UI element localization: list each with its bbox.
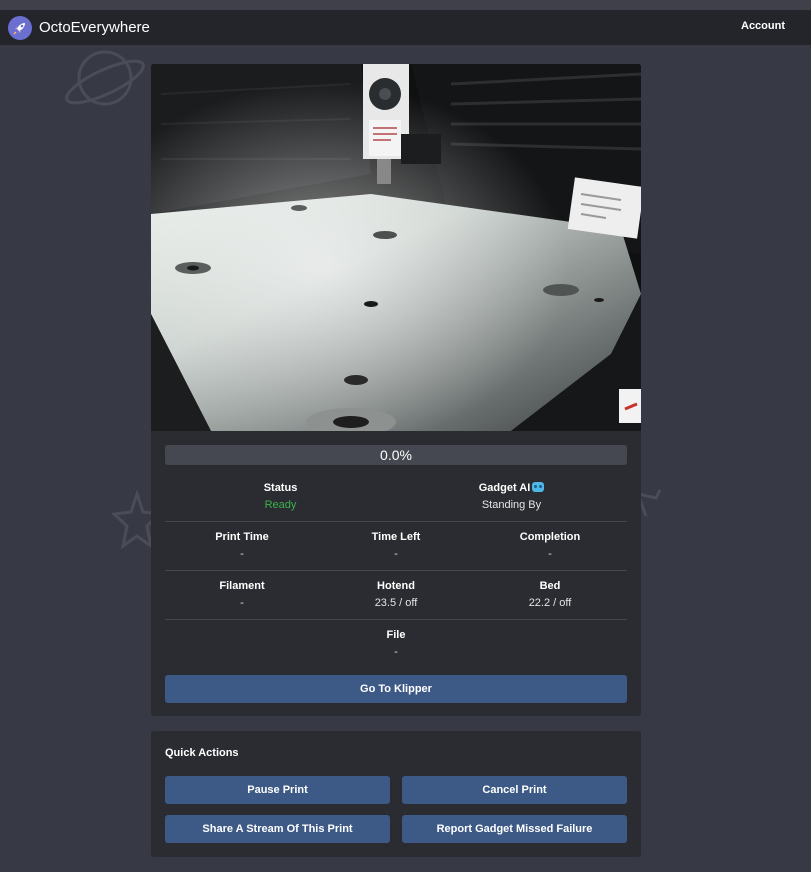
print-time-label: Print Time [215,531,269,543]
print-time-cell: Print Time - [165,531,319,560]
filament-label: Filament [219,580,265,592]
file-cell: File - [165,629,627,658]
gadget-robot-icon[interactable] [532,482,545,492]
time-left-label: Time Left [371,531,421,543]
report-missed-failure-button[interactable]: Report Gadget Missed Failure [402,815,627,843]
hotend-label: Hotend [377,580,415,592]
status-label: Status [263,482,298,494]
share-stream-button[interactable]: Share A Stream Of This Print [165,815,390,843]
completion-cell: Completion - [473,531,627,560]
brand-name[interactable]: OctoEverywhere [39,19,150,36]
hotend-cell: Hotend 23.5 / off [319,580,473,609]
print-time-value: - [240,548,244,560]
gadget-ai-cell: Gadget AI Standing By [396,482,627,511]
status-value: Ready [264,499,297,511]
bed-value: 22.2 / off [528,597,572,609]
quick-actions-title: Quick Actions [165,747,239,759]
gadget-ai-label: Gadget AI [478,482,531,494]
status-cell: Status Ready [165,482,396,511]
time-left-cell: Time Left - [319,531,473,560]
print-progress-bar: 0.0% [165,445,627,465]
filament-cell: Filament - [165,580,319,609]
bed-cell: Bed 22.2 / off [473,580,627,609]
planet-outline-icon [65,50,145,106]
printer-status-card: 0.0% Status Ready Gadget AI Standing By … [151,64,641,716]
divider [165,619,627,620]
cancel-print-button[interactable]: Cancel Print [402,776,627,804]
quick-actions-card: Quick Actions Pause Print Cancel Print S… [151,731,641,857]
filament-value: - [240,597,244,609]
bed-label: Bed [539,580,561,592]
rocket-logo-icon[interactable] [8,15,32,40]
gadget-ai-value: Standing By [481,499,542,511]
progress-percent: 0.0% [380,447,412,463]
hotend-value: 23.5 / off [374,597,418,609]
webcam-stream[interactable] [151,64,641,431]
completion-label: Completion [519,531,581,543]
file-label: File [386,629,406,641]
time-left-value: - [394,548,398,560]
divider [165,521,627,522]
account-link[interactable]: Account [741,20,785,32]
divider [165,570,627,571]
pause-print-button[interactable]: Pause Print [165,776,390,804]
window-top-strip [0,0,811,10]
completion-value: - [548,548,552,560]
file-value: - [394,646,398,658]
go-to-klipper-button[interactable]: Go To Klipper [165,675,627,703]
